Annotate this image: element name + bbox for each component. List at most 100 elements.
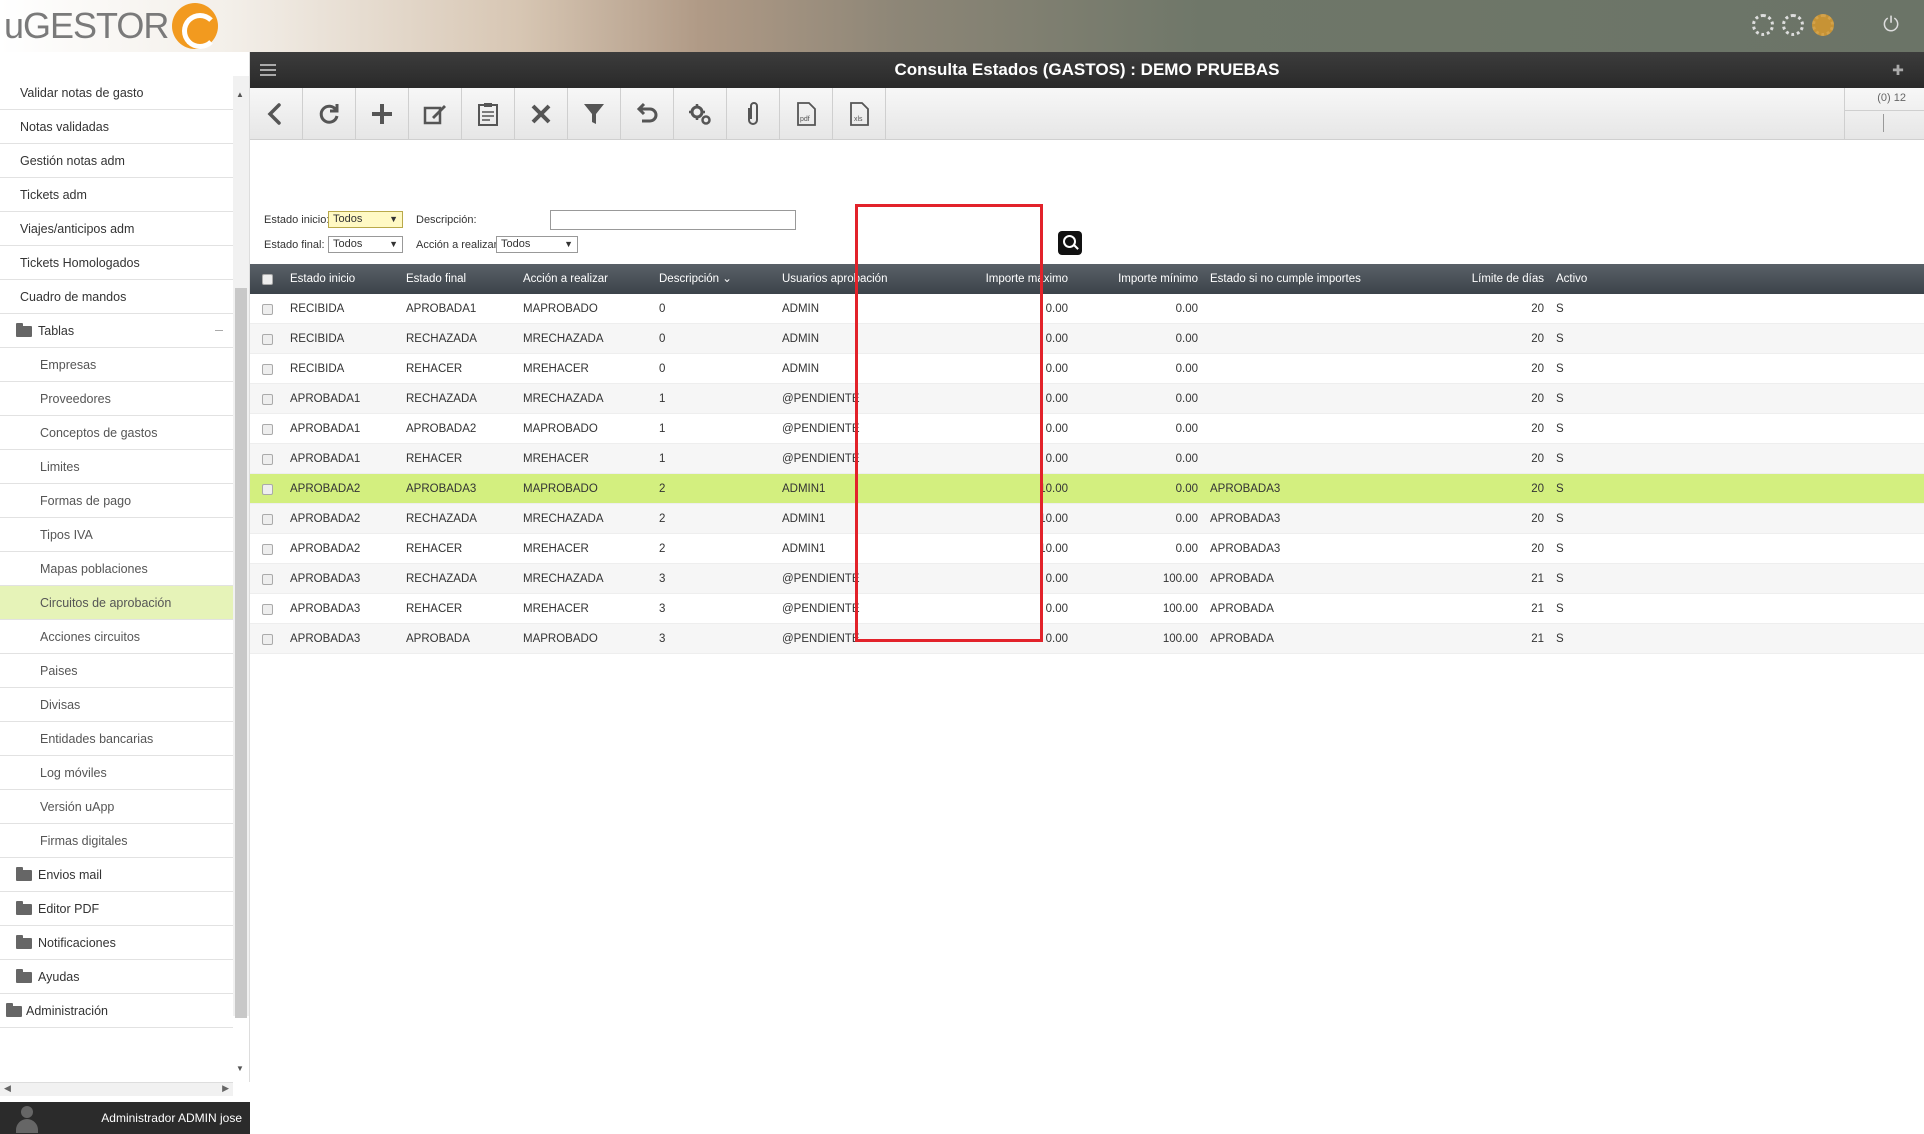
undo-button[interactable] xyxy=(621,88,674,140)
scroll-up-icon[interactable]: ▲ xyxy=(236,90,244,99)
xls-button[interactable]: xls xyxy=(833,88,886,140)
scroll-right-icon[interactable]: ▶ xyxy=(222,1083,229,1094)
collapse-icon[interactable] xyxy=(215,330,223,331)
add-button[interactable] xyxy=(356,88,409,140)
table-row[interactable]: APROBADA1 RECHAZADA MRECHAZADA 1 @PENDIENTE 0… xyxy=(250,384,1924,414)
sync-secondary-icon[interactable] xyxy=(1782,14,1804,36)
column-header[interactable]: Estado si no cumple importes xyxy=(1210,264,1361,294)
table-cell: APROBADA xyxy=(1210,573,1274,585)
user-name[interactable]: Administrador ADMIN jose xyxy=(101,1111,242,1125)
sidebar-item[interactable]: Tablas xyxy=(0,314,233,348)
top-status-icons xyxy=(1752,14,1834,36)
row-checkbox[interactable] xyxy=(262,604,273,615)
estado-inicio-select[interactable]: Todos ▼ xyxy=(328,211,403,228)
column-header[interactable]: Activo xyxy=(1556,264,1587,294)
row-checkbox[interactable] xyxy=(262,544,273,555)
sidebar-item[interactable]: Validar notas de gasto xyxy=(0,76,233,110)
table-row[interactable]: APROBADA1 APROBADA2 MAPROBADO 1 @PENDIENTE 0.… xyxy=(250,414,1924,444)
sidebar-item[interactable]: Paises xyxy=(0,654,233,688)
scroll-down-icon[interactable]: ▼ xyxy=(236,1064,244,1073)
refresh-button[interactable] xyxy=(303,88,356,140)
table-row[interactable]: RECIBIDA APROBADA1 MAPROBADO 0 ADMIN 0.00 0.00… xyxy=(250,294,1924,324)
sidebar-item[interactable]: Ayudas xyxy=(0,960,233,994)
sidebar-item[interactable]: Notas validadas xyxy=(0,110,233,144)
clipboard-button[interactable] xyxy=(462,88,515,140)
row-checkbox[interactable] xyxy=(262,574,273,585)
row-checkbox[interactable] xyxy=(262,484,273,495)
row-checkbox[interactable] xyxy=(262,364,273,375)
sidebar-item[interactable]: Divisas xyxy=(0,688,233,722)
pdf-button[interactable]: pdf xyxy=(780,88,833,140)
sidebar-item[interactable]: Administración xyxy=(0,994,233,1028)
table-row[interactable]: APROBADA2 RECHAZADA MRECHAZADA 2 ADMIN1 10.00… xyxy=(250,504,1924,534)
sidebar-item[interactable]: Viajes/anticipos adm xyxy=(0,212,233,246)
status-gold-icon[interactable] xyxy=(1812,14,1834,36)
sidebar-item[interactable]: Proveedores xyxy=(0,382,233,416)
scroll-left-icon[interactable]: ◀ xyxy=(4,1083,11,1094)
table-row[interactable]: RECIBIDA REHACER MREHACER 0 ADMIN 0.00 0.00 20 S xyxy=(250,354,1924,384)
sidebar-item[interactable]: Circuitos de aprobación xyxy=(0,586,233,620)
table-row[interactable]: RECIBIDA RECHAZADA MRECHAZADA 0 ADMIN 0.00 0.0… xyxy=(250,324,1924,354)
sidebar-item[interactable]: Formas de pago xyxy=(0,484,233,518)
sidebar-item[interactable]: Log móviles xyxy=(0,756,233,790)
select-all-checkbox[interactable] xyxy=(262,274,273,285)
table-row[interactable]: APROBADA2 REHACER MREHACER 2 ADMIN1 10.00 0.00… xyxy=(250,534,1924,564)
column-header[interactable]: Estado final xyxy=(406,264,466,294)
column-header[interactable]: Límite de días xyxy=(1472,264,1544,294)
row-checkbox[interactable] xyxy=(262,394,273,405)
avatar[interactable] xyxy=(14,1106,40,1134)
sidebar-item[interactable]: Tickets Homologados xyxy=(0,246,233,280)
sidebar-item[interactable]: Entidades bancarias xyxy=(0,722,233,756)
sidebar-item[interactable]: Gestión notas adm xyxy=(0,144,233,178)
power-icon[interactable]: ⏻ xyxy=(1880,14,1902,36)
accion-select[interactable]: Todos ▼ xyxy=(496,236,578,253)
sidebar-item[interactable]: Empresas xyxy=(0,348,233,382)
sidebar-item[interactable]: Versión uApp xyxy=(0,790,233,824)
table-cell: ADMIN xyxy=(782,303,820,315)
edit-button[interactable] xyxy=(409,88,462,140)
settings-button[interactable] xyxy=(674,88,727,140)
sidebar-item[interactable]: Cuadro de mandos xyxy=(0,280,233,314)
row-checkbox[interactable] xyxy=(262,304,273,315)
row-checkbox[interactable] xyxy=(262,334,273,345)
estado-final-select[interactable]: Todos ▼ xyxy=(328,236,403,253)
sidebar-item[interactable]: Limites xyxy=(0,450,233,484)
delete-button[interactable] xyxy=(515,88,568,140)
sidebar-item[interactable]: Envios mail xyxy=(0,858,233,892)
sidebar-item[interactable]: Editor PDF xyxy=(0,892,233,926)
column-header[interactable]: Acción a realizar xyxy=(523,264,608,294)
table-row[interactable]: APROBADA3 RECHAZADA MRECHAZADA 3 @PENDIENTE 0… xyxy=(250,564,1924,594)
filter-button[interactable] xyxy=(568,88,621,140)
table-row[interactable]: APROBADA3 REHACER MREHACER 3 @PENDIENTE 0.00 1… xyxy=(250,594,1924,624)
row-checkbox[interactable] xyxy=(262,424,273,435)
pin-icon[interactable]: ✚ xyxy=(1890,62,1906,78)
table-row[interactable]: APROBADA2 APROBADA3 MAPROBADO 2 ADMIN1 10.00 0… xyxy=(250,474,1924,504)
column-header[interactable]: Estado inicio xyxy=(290,264,355,294)
sync-icon[interactable] xyxy=(1752,14,1774,36)
row-checkbox[interactable] xyxy=(262,634,273,645)
sidebar-item[interactable]: Tickets adm xyxy=(0,178,233,212)
sidebar-item[interactable]: Tipos IVA xyxy=(0,518,233,552)
sidebar-item[interactable]: Mapas poblaciones xyxy=(0,552,233,586)
column-header[interactable]: Importe mínimo xyxy=(1118,264,1198,294)
attachment-button[interactable] xyxy=(727,88,780,140)
sidebar-horizontal-scrollbar[interactable]: ◀ ▶ xyxy=(0,1082,233,1096)
search-button[interactable] xyxy=(1058,231,1082,255)
table-cell: 21 xyxy=(1531,633,1544,645)
descripcion-input[interactable] xyxy=(550,210,796,230)
sidebar-item[interactable]: Conceptos de gastos xyxy=(0,416,233,450)
sidebar-item[interactable]: Notificaciones xyxy=(0,926,233,960)
table-row[interactable]: APROBADA1 REHACER MREHACER 1 @PENDIENTE 0.00 0… xyxy=(250,444,1924,474)
counter-divider xyxy=(1845,110,1924,111)
sidebar-item[interactable]: Firmas digitales xyxy=(0,824,233,858)
row-checkbox[interactable] xyxy=(262,514,273,525)
column-header-label: Importe mínimo xyxy=(1118,273,1198,285)
table-row[interactable]: APROBADA3 APROBADA MAPROBADO 3 @PENDIENTE 0.0… xyxy=(250,624,1924,654)
column-header[interactable]: Descripción ⌄ xyxy=(659,264,732,294)
sidebar-item[interactable]: Acciones circuitos xyxy=(0,620,233,654)
sidebar-scroll-thumb[interactable] xyxy=(235,288,247,1018)
row-checkbox[interactable] xyxy=(262,454,273,465)
back-button[interactable] xyxy=(250,88,303,140)
sidebar-item-label: Entidades bancarias xyxy=(40,732,154,746)
app-logo[interactable]: uGESTOR xyxy=(4,3,219,49)
